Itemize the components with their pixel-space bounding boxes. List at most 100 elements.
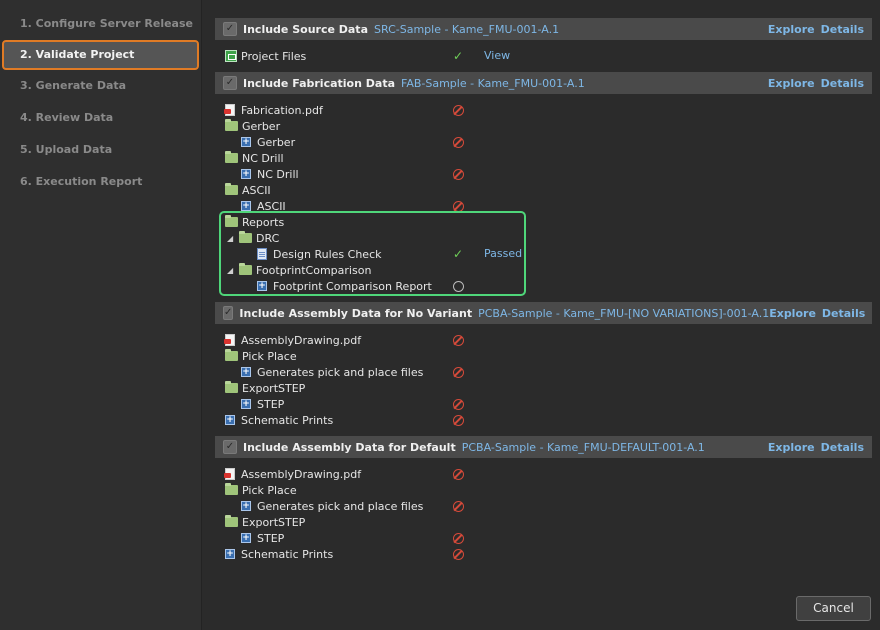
section-subtitle: SRC-Sample - Kame_FMU-001-A.1 [374,22,560,36]
plus-icon: + [241,399,251,409]
include-checkbox[interactable]: ✓ [223,440,237,454]
folder-icon [225,515,238,527]
details-link[interactable]: Details [822,307,865,320]
section-subtitle: PCBA-Sample - Kame_FMU-DEFAULT-001-A.1 [461,440,705,454]
pdf-icon [224,468,235,480]
folder-icon [225,119,238,131]
item-label: Gerber [257,135,296,149]
pdf-icon [224,104,235,116]
section-title: Include Source Data [243,22,368,36]
step-configure-server-release[interactable]: 1. Configure Server Release [0,8,201,40]
section-header-fabrication-data: ✓ Include Fabrication Data FAB-Sample - … [215,72,872,94]
tree-folder[interactable]: NC Drill [225,150,555,166]
details-link[interactable]: Details [821,77,864,90]
tree-item[interactable]: AssemblyDrawing.pdf [224,466,555,482]
item-label: ASCII [242,183,271,197]
tree-item[interactable]: + STEP [241,530,571,546]
status-blocked-icon [451,531,465,545]
tree-item[interactable]: + Generates pick and place files [241,498,571,514]
item-label: AssemblyDrawing.pdf [241,467,362,481]
explore-link[interactable]: Explore [768,77,815,90]
include-checkbox[interactable]: ✓ [223,306,234,320]
item-label: Fabrication.pdf [241,103,323,117]
item-label: NC Drill [242,151,284,165]
item-label: ExportSTEP [242,515,306,529]
folder-icon [225,381,238,393]
item-label: Generates pick and place files [257,365,424,379]
tree-item[interactable]: + Schematic Prints [225,412,555,428]
step-execution-report[interactable]: 6. Execution Report [0,166,201,198]
plus-icon: + [241,533,251,543]
plus-icon: + [225,549,235,559]
tree-item[interactable]: + STEP [241,396,571,412]
include-checkbox[interactable]: ✓ [223,22,237,36]
item-label: Generates pick and place files [257,499,424,513]
item-label: Project Files [241,49,307,63]
cancel-button[interactable]: Cancel [796,596,871,621]
status-blocked-icon [451,167,465,181]
tree-item[interactable]: + Generates pick and place files [241,364,571,380]
plus-icon: + [241,169,251,179]
tree-folder[interactable]: Pick Place [225,482,555,498]
item-label: NC Drill [257,167,299,181]
explore-link[interactable]: Explore [768,23,815,36]
pdf-icon [224,334,235,346]
folder-icon [225,151,238,163]
tree-folder[interactable]: ExportSTEP [225,514,555,530]
item-label: STEP [257,531,285,545]
item-label: ExportSTEP [242,381,306,395]
item-label: Pick Place [242,349,297,363]
tree-folder[interactable]: ExportSTEP [225,380,555,396]
plus-icon: + [225,415,235,425]
tree-folder[interactable]: Gerber [225,118,555,134]
status-blocked-icon [451,499,465,513]
include-checkbox[interactable]: ✓ [223,76,237,90]
status-blocked-icon [451,135,465,149]
tree-item[interactable]: + NC Drill [241,166,571,182]
section-subtitle: FAB-Sample - Kame_FMU-001-A.1 [401,76,585,90]
folder-icon [225,183,238,195]
step-review-data[interactable]: 4. Review Data [0,102,201,134]
status-blocked-icon [451,413,465,427]
tree-item[interactable]: + Gerber [241,134,571,150]
details-link[interactable]: Details [821,23,864,36]
tree-folder[interactable]: ASCII [225,182,555,198]
section-subtitle: PCBA-Sample - Kame_FMU-[NO VARIATIONS]-0… [478,306,770,320]
section-title: Include Assembly Data for No Variant [239,306,473,320]
validation-panel: ✓ Include Source Data SRC-Sample - Kame_… [215,0,880,630]
explore-link[interactable]: Explore [768,441,815,454]
section-header-assembly-no-variant: ✓ Include Assembly Data for No Variant P… [215,302,872,324]
item-label: AssemblyDrawing.pdf [241,333,362,347]
status-blocked-icon [451,467,465,481]
status-blocked-icon [451,103,465,117]
step-validate-project[interactable]: 2. Validate Project [2,40,199,70]
tree-item[interactable]: Fabrication.pdf [224,102,555,118]
view-link[interactable]: View [484,49,510,62]
project-icon [225,50,237,62]
details-link[interactable]: Details [821,441,864,454]
status-blocked-icon [451,333,465,347]
status-check-icon: ✓ [452,49,464,63]
item-label: Schematic Prints [241,547,334,561]
item-label: Pick Place [242,483,297,497]
section-header-source-data: ✓ Include Source Data SRC-Sample - Kame_… [215,18,872,40]
item-label: Gerber [242,119,281,133]
item-label: STEP [257,397,285,411]
step-upload-data[interactable]: 5. Upload Data [0,134,201,166]
section-header-assembly-default: ✓ Include Assembly Data for Default PCBA… [215,436,872,458]
reports-highlight-box [219,211,526,296]
plus-icon: + [241,137,251,147]
step-generate-data[interactable]: 3. Generate Data [0,70,201,102]
status-blocked-icon [451,397,465,411]
tree-folder[interactable]: Pick Place [225,348,555,364]
status-blocked-icon [451,365,465,379]
plus-icon: + [241,201,251,211]
step-sidebar: 1. Configure Server Release 2. Validate … [0,0,202,630]
tree-item[interactable]: AssemblyDrawing.pdf [224,332,555,348]
plus-icon: + [241,367,251,377]
explore-link[interactable]: Explore [769,307,816,320]
folder-icon [225,483,238,495]
section-title: Include Assembly Data for Default [243,440,456,454]
tree-item[interactable]: + Schematic Prints [225,546,555,562]
folder-icon [225,349,238,361]
